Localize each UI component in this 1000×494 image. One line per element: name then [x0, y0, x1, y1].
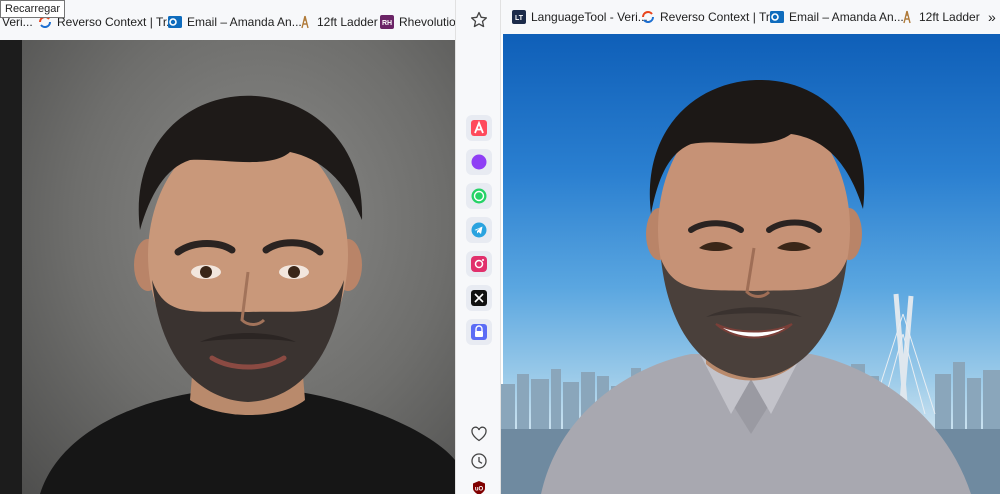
portrait-illustration-right: [501, 79, 1000, 494]
vpn-icon: [471, 324, 487, 340]
bookmark-label: Email – Amanda An...: [187, 15, 302, 29]
sidebar-app-vpn[interactable]: [466, 319, 492, 345]
bookmark-languagetool-right[interactable]: LT LanguageTool - Veri...: [512, 8, 648, 26]
browser-sidebar: uO: [455, 0, 501, 494]
sidebar-app-messenger[interactable]: [466, 149, 492, 175]
reverso-icon: [642, 11, 654, 23]
chevron-double-right-icon: »: [988, 9, 996, 25]
bookmark-rhevolution[interactable]: RH Rhevolution: [380, 13, 455, 31]
history-button[interactable]: [469, 451, 489, 471]
svg-text:uO: uO: [475, 487, 484, 493]
ladder-icon: [903, 10, 911, 24]
sidebar-app-instagram[interactable]: [466, 251, 492, 277]
star-icon: [470, 11, 488, 28]
rhevolution-icon: RH: [380, 15, 394, 29]
svg-text:RH: RH: [382, 20, 392, 27]
portrait-photo-right: [501, 34, 1000, 494]
messenger-icon: [471, 154, 487, 170]
bookmarks-bar-left: Recarregar Veri... Reverso Context | Tr.…: [0, 0, 455, 40]
sidebar-app-telegram[interactable]: [466, 217, 492, 243]
outlook-icon: [770, 11, 784, 23]
bookmark-label: Reverso Context | Tr...: [57, 15, 177, 29]
clock-icon: [471, 453, 487, 469]
svg-text:LT: LT: [515, 15, 524, 22]
aria-icon: [471, 120, 487, 136]
bookmark-label: LanguageTool - Veri...: [531, 10, 648, 24]
languagetool-icon: LT: [512, 10, 526, 24]
left-browser-window: Recarregar Veri... Reverso Context | Tr.…: [0, 0, 455, 494]
bookmark-label: 12ft Ladder: [317, 15, 378, 29]
instagram-icon: [471, 256, 487, 272]
bookmark-label: Email – Amanda An...: [789, 10, 904, 24]
sidebar-app-whatsapp[interactable]: [466, 183, 492, 209]
sidebar-app-aria[interactable]: [466, 115, 492, 141]
bookmark-reverso-right[interactable]: Reverso Context | Tr...: [641, 8, 779, 26]
bookmarks-bar-right: LT LanguageTool - Veri... Reverso Contex…: [501, 0, 1000, 34]
portrait-illustration-left: [40, 95, 455, 494]
favorites-panel-button[interactable]: [469, 424, 489, 444]
right-browser-window: LT LanguageTool - Veri... Reverso Contex…: [501, 0, 1000, 494]
ladder-icon: [301, 15, 309, 29]
bookmarks-overflow-button[interactable]: »: [988, 8, 996, 26]
ublock-icon: uO: [473, 481, 485, 494]
telegram-icon: [471, 222, 487, 238]
bookmark-email-left[interactable]: Email – Amanda An...: [168, 13, 302, 31]
outlook-icon: [168, 16, 182, 28]
favorite-button[interactable]: [469, 10, 489, 30]
whatsapp-icon: [471, 188, 487, 204]
heart-icon: [471, 426, 487, 442]
bookmark-label: Rhevolution: [399, 15, 455, 29]
bookmark-email-right[interactable]: Email – Amanda An...: [770, 8, 904, 26]
sidebar-app-x[interactable]: [466, 285, 492, 311]
ublock-button[interactable]: uO: [469, 478, 489, 494]
x-twitter-icon: [471, 290, 487, 306]
bookmark-label: Reverso Context | Tr...: [660, 10, 780, 24]
bookmark-12ft-left[interactable]: 12ft Ladder: [298, 13, 378, 31]
portrait-photo-left: [0, 40, 455, 494]
bookmark-label: 12ft Ladder: [919, 10, 980, 24]
bookmark-12ft-right[interactable]: 12ft Ladder: [900, 8, 980, 26]
reload-tooltip: Recarregar: [0, 0, 66, 18]
